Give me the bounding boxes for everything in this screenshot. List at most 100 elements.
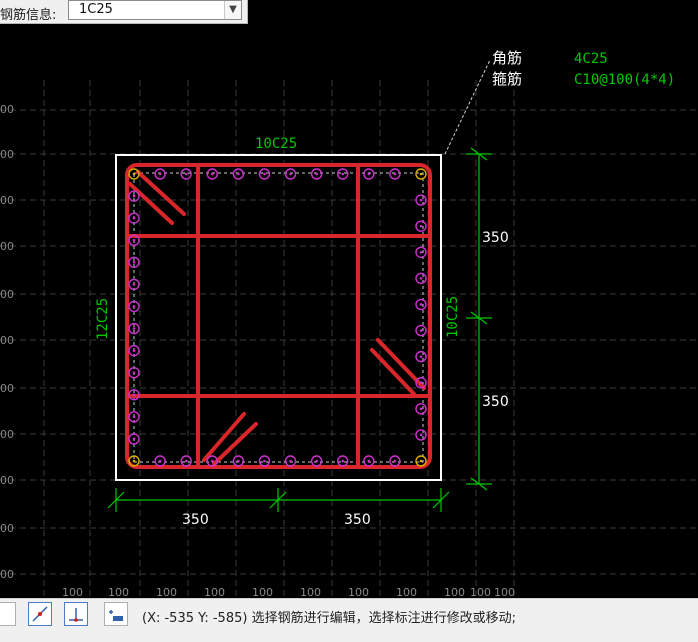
bar-center-dot [419,459,423,463]
cursor-coordinates: (X: -535 Y: -585) [142,611,248,626]
stirrup-label: 箍筋 [492,70,522,88]
bar-center-dot [315,172,318,176]
bar-center-dot [237,172,240,176]
bar-center-dot [132,349,136,352]
grid-label-left: 00 [0,474,14,487]
rebar-info-label: 钢筋信息: [0,8,57,23]
grid-label-left: 00 [0,194,14,207]
bar-center-dot [367,459,371,463]
grid-label-left: 00 [0,240,14,253]
bar-center-dot [132,415,136,419]
snap-tool-button[interactable] [28,602,52,626]
bar-center-dot [419,198,423,202]
bar-center-dot [393,459,397,463]
bar-center-dot [419,329,423,332]
bar-center-dot [184,459,188,463]
grid-label-bottom: 100 [62,586,83,598]
grid-label-bottom: 100 [494,586,515,598]
bar-center-dot [419,277,423,280]
bar-center-dot [132,194,136,198]
bar-center-dot [132,371,136,374]
status-bar: (X: -535 Y: -585) 选择钢筋进行编辑，选择标注进行修改或移动; [0,598,698,630]
dim-right-upper[interactable]: 350 [482,230,509,246]
bar-center-dot [132,393,136,397]
bar-center-dot [341,172,345,176]
bar-center-dot [393,172,397,176]
left-bars-label[interactable]: 12C25 [95,298,111,340]
bar-center-dot [419,355,423,358]
bar-center-dot [237,459,240,463]
cover-line [133,172,424,463]
corner-bar-label: 角筋 [492,49,522,67]
status-message: (X: -535 Y: -585) 选择钢筋进行编辑，选择标注进行修改或移动; [142,607,516,626]
corner-bar-value[interactable]: 4C25 [574,51,608,67]
grid-label-bottom: 100 [444,586,465,598]
bar-center-dot [132,216,136,220]
bar-center-dot [184,172,188,176]
bar-center-dot [367,172,371,176]
grid-label-bottom: 100 [108,586,129,598]
bar-center-dot [419,433,423,437]
dropdown-arrow-icon[interactable]: ▼ [224,1,241,19]
bar-center-dot [132,261,136,264]
bar-center-dot [132,283,136,286]
bar-center-dot [419,224,423,228]
drawing-canvas[interactable]: 00 00 00 00 00 00 00 00 00 00 00 100 100… [0,0,698,598]
stirrup-hook[interactable] [128,182,174,225]
bar-center-dot [132,238,136,242]
snap-tool-icon [32,606,48,622]
perpendicular-tool-icon [69,608,83,622]
grid-label-left: 00 [0,103,14,116]
column-section-outline[interactable] [115,154,442,481]
grid-label-bottom: 100 [396,586,417,598]
bar-center-dot [263,172,266,176]
bar-center-dot [419,381,423,385]
bar-center-dot [132,459,136,463]
grid-label-bottom: 100 [252,586,273,598]
dim-right-lower[interactable]: 350 [482,394,509,410]
bar-center-dot [132,327,136,330]
dim-bottom-left[interactable]: 350 [182,512,209,528]
bar-center-dot [419,407,423,411]
dim-bottom-right[interactable]: 350 [344,512,371,528]
prev-tool-button[interactable] [0,602,16,626]
bar-center-dot [210,459,214,463]
grid-label-left: 00 [0,334,14,347]
bar-center-dot [289,459,292,463]
grid-label-bottom: 100 [156,586,177,598]
top-bars-label[interactable]: 10C25 [255,136,297,152]
bar-center-dot [132,437,136,441]
legend-leader-line [444,59,491,155]
grid-label-left: 00 [0,288,14,301]
grid-label-bottom: 100 [348,586,369,598]
rebar-info-toolbar: 钢筋信息: 1C25 ▼ [0,0,248,24]
stirrup-value[interactable]: C10@100(4*4) [574,72,675,88]
grid-label-bottom: 100 [204,586,225,598]
grid-label-bottom: 100 [300,586,321,598]
longitudinal-bars[interactable] [128,168,427,467]
grid-label-left: 00 [0,428,14,441]
dimension-tool-icon [109,610,123,621]
bar-center-dot [419,172,423,176]
bar-center-dot [210,172,214,176]
grid-label-left: 00 [0,382,14,395]
grid-label-left: 00 [0,568,14,581]
bar-center-dot [158,172,162,176]
bar-center-dot [419,303,423,306]
right-bars-label[interactable]: 10C25 [445,296,461,338]
bar-center-dot [419,250,423,254]
bar-center-dot [158,459,162,463]
status-hint: 选择钢筋进行编辑，选择标注进行修改或移动; [251,611,516,626]
grid-label-bottom: 100 [470,586,491,598]
rebar-info-combobox[interactable]: 1C25 ▼ [68,0,242,20]
bar-center-dot [315,459,318,463]
perpendicular-tool-button[interactable] [64,602,88,626]
rebar-info-value[interactable]: 1C25 [79,2,113,17]
outer-stirrup[interactable] [125,163,432,469]
grid-label-left: 00 [0,522,14,535]
dimension-tool-button[interactable] [104,602,128,626]
window-bottom-strip [0,630,698,642]
grid-label-left: 00 [0,148,14,161]
bar-center-dot [289,172,292,176]
bar-center-dot [132,305,136,308]
